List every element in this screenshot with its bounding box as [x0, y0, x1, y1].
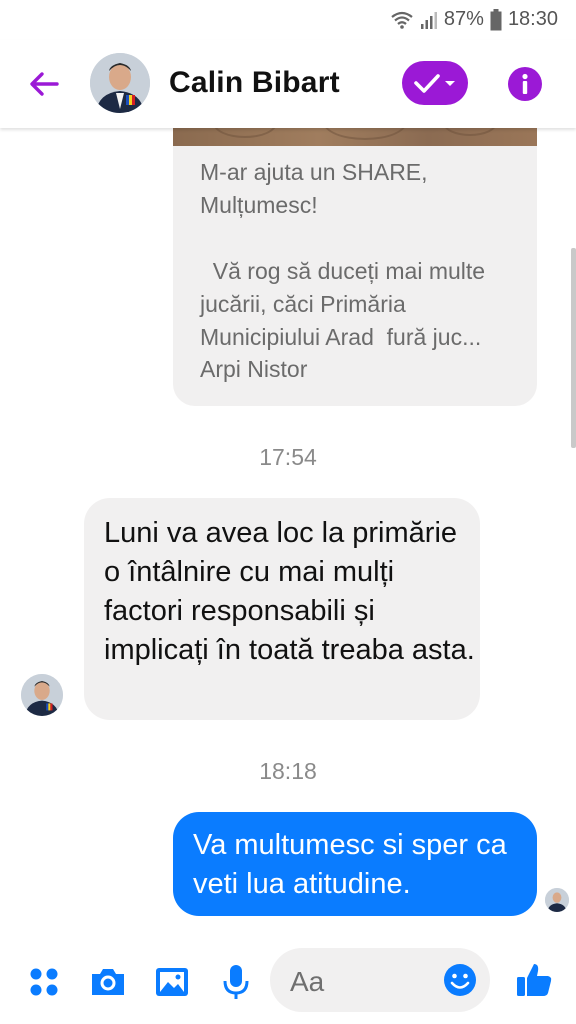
incoming-message-bubble[interactable]: Luni va avea loc la primărie o întâlnire… — [84, 498, 480, 720]
gallery-icon[interactable] — [152, 962, 192, 1002]
microphone-icon[interactable] — [216, 962, 256, 1002]
more-dots-icon[interactable] — [24, 962, 64, 1002]
conversation-header: Calin Bibart — [0, 40, 576, 128]
clock: 18:30 — [507, 8, 558, 30]
check-dropdown-icon — [414, 74, 455, 93]
shared-post-source: Arpi Nistor — [200, 356, 308, 382]
incoming-message-text: Luni va avea loc la primărie o întâlnire… — [104, 517, 475, 666]
contact-name[interactable]: Calin Bibart — [169, 66, 340, 100]
timestamp: 17:54 — [259, 444, 317, 470]
message-input[interactable]: Aa — [270, 948, 490, 1012]
shared-post-text: M-ar ajuta un SHARE, Mulțumesc! Vă rog s… — [200, 159, 486, 350]
contact-avatar[interactable] — [90, 53, 150, 113]
info-icon — [522, 73, 528, 94]
battery-percent: 87% — [443, 8, 484, 30]
scrollbar[interactable] — [571, 248, 576, 448]
outgoing-message-bubble[interactable]: Va multumesc si sper ca veti lua atitudi… — [173, 812, 537, 916]
message-composer: Aa — [0, 940, 576, 1024]
timestamp: 18:18 — [259, 758, 317, 784]
shared-post-image — [173, 128, 537, 146]
back-arrow-icon[interactable] — [26, 66, 62, 102]
battery-icon — [490, 8, 502, 30]
read-receipt-avatar — [545, 888, 569, 912]
message-input-placeholder: Aa — [290, 966, 325, 997]
delivery-status-button[interactable] — [402, 61, 468, 105]
sender-avatar[interactable] — [21, 674, 63, 716]
info-button[interactable] — [508, 67, 542, 101]
thumbs-up-icon[interactable] — [514, 960, 554, 1000]
message-thread[interactable]: M-ar ajuta un SHARE, Mulțumesc! Vă rog s… — [0, 128, 576, 940]
emoji-icon[interactable] — [442, 962, 478, 998]
outgoing-message-text: Va multumesc si sper ca veti lua atitudi… — [193, 829, 507, 900]
wifi-icon — [391, 11, 413, 29]
status-bar: 87% 18:30 — [0, 0, 576, 40]
signal-icon — [420, 11, 437, 29]
status-indicators: 87% 18:30 — [390, 8, 558, 31]
shared-post-card[interactable]: M-ar ajuta un SHARE, Mulțumesc! Vă rog s… — [173, 128, 537, 406]
camera-icon[interactable] — [88, 962, 128, 1002]
